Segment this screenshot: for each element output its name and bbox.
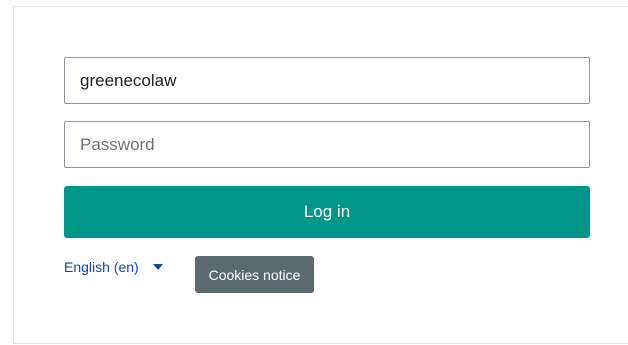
cookies-notice-button[interactable]: Cookies notice — [195, 256, 314, 293]
language-menu[interactable]: English (en) — [64, 257, 163, 277]
password-input[interactable] — [64, 121, 590, 168]
language-label: English (en) — [64, 259, 139, 275]
username-input[interactable] — [64, 57, 590, 104]
caret-down-icon — [152, 264, 163, 270]
login-button[interactable]: Log in — [64, 186, 590, 238]
login-page: Log in English (en) Cookies notice — [0, 0, 628, 345]
